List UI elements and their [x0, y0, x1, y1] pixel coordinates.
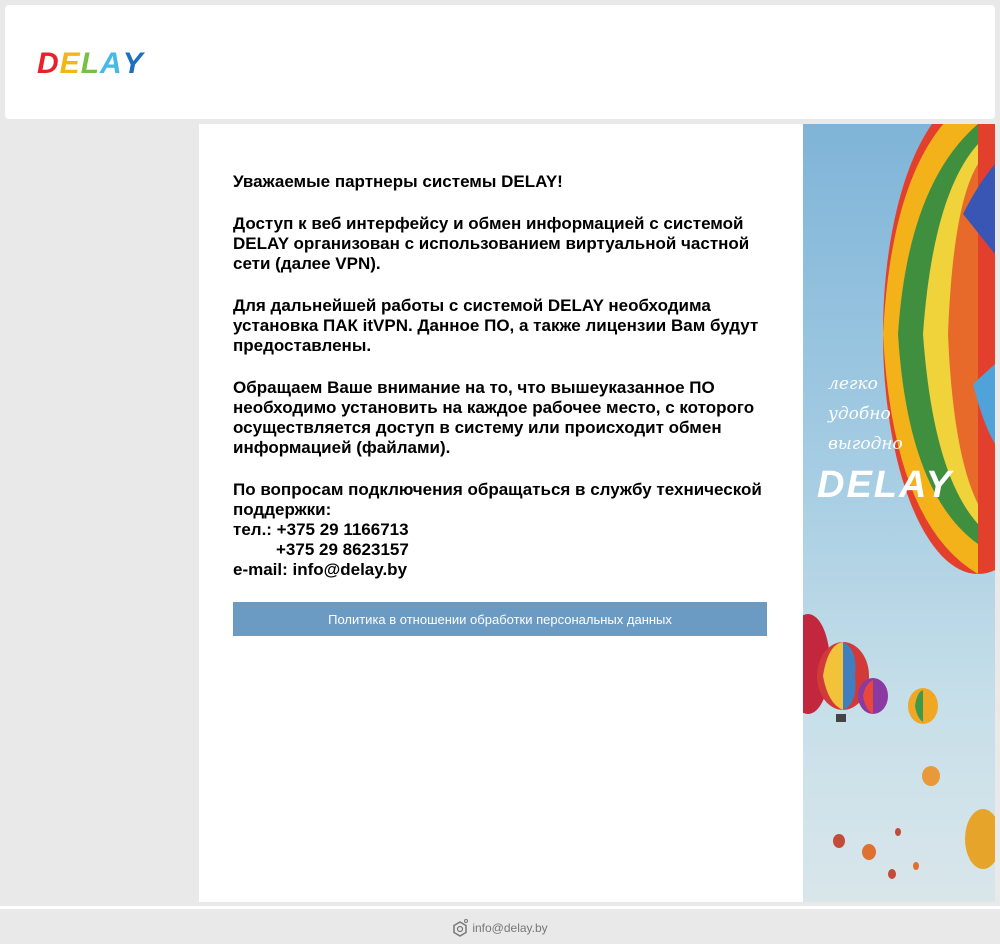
paragraph-vpn: Доступ к веб интерфейсу и обмен информац… — [233, 214, 750, 273]
tagline-easy: легко — [828, 374, 878, 394]
support-block: По вопросам подключения обращаться в слу… — [233, 480, 773, 580]
paragraph-install: Для дальнейшей работы с системой DELAY н… — [233, 296, 759, 355]
phone-1: тел.: +375 29 1166713 — [233, 520, 409, 539]
logo-letter-l: L — [80, 47, 101, 80]
logo-letter-d: D — [37, 47, 60, 80]
privacy-policy-button[interactable]: Политика в отношении обработки персональ… — [233, 602, 767, 636]
tagline-profitable: выгодно — [828, 434, 903, 454]
greeting: Уважаемые партнеры системы DELAY! — [233, 172, 563, 191]
info-text: Уважаемые партнеры системы DELAY! Доступ… — [233, 172, 773, 580]
footer: info@delay.by — [0, 915, 1000, 941]
logo-letter-a: A — [100, 47, 123, 80]
header: DELAY — [5, 5, 995, 119]
support-intro: По вопросам подключения обращаться в слу… — [233, 480, 762, 519]
logo-letter-y: Y — [122, 47, 144, 80]
balloon-banner: легко удобно выгодно DELAY — [803, 124, 995, 902]
footer-divider — [0, 906, 1000, 909]
tagline-convenient: удобно — [828, 404, 891, 424]
footer-email[interactable]: info@delay.by — [472, 921, 547, 935]
delay-logo[interactable]: DELAY — [37, 49, 144, 79]
banner-delay-logo: DELAY — [817, 464, 953, 506]
balloons-illustration — [803, 124, 995, 879]
contact-icon — [453, 919, 469, 937]
phone-2: +375 29 8623157 — [276, 540, 409, 559]
main-content: Уважаемые партнеры системы DELAY! Доступ… — [199, 124, 803, 902]
logo-letter-e: E — [59, 47, 81, 80]
support-email[interactable]: e-mail: info@delay.by — [233, 560, 773, 580]
paragraph-notice: Обращаем Ваше внимание на то, что вышеук… — [233, 378, 755, 457]
